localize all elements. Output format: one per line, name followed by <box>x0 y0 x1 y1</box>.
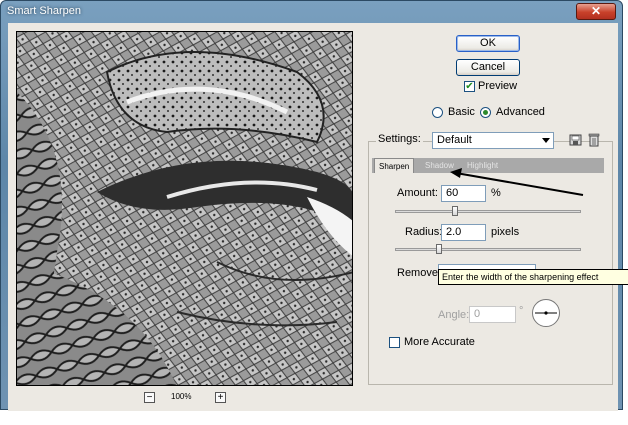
more-accurate-checkbox[interactable] <box>389 337 400 348</box>
angle-label: Angle: <box>438 309 470 321</box>
radius-slider-thumb[interactable] <box>436 244 442 254</box>
radius-slider[interactable] <box>395 248 581 251</box>
angle-dial[interactable] <box>532 299 560 327</box>
more-accurate-label: More Accurate <box>404 336 475 348</box>
radius-unit: pixels <box>491 226 520 238</box>
close-icon: ✕ <box>590 4 602 18</box>
zoom-level: 100% <box>171 392 192 401</box>
dialog-body: − 100% + OK Cancel ✔ Preview Basic Advan… <box>8 23 628 411</box>
trash-icon[interactable] <box>588 132 600 148</box>
zoom-controls: − 100% + <box>138 391 238 407</box>
zoom-in-button[interactable]: + <box>215 392 226 403</box>
preview-checkbox[interactable]: ✔ <box>464 81 475 92</box>
advanced-radio[interactable] <box>480 107 491 118</box>
amount-slider[interactable] <box>395 210 581 213</box>
settings-dropdown[interactable]: Default <box>432 132 554 149</box>
settings-label: Settings: <box>376 133 423 145</box>
ok-button[interactable]: OK <box>456 35 520 52</box>
checkmark-icon: ✔ <box>465 81 474 92</box>
tab-sharpen[interactable]: Sharpen <box>374 158 415 173</box>
preview-image <box>17 32 352 385</box>
title-bar[interactable]: Smart Sharpen ✕ <box>1 1 622 23</box>
basic-radio[interactable] <box>432 107 443 118</box>
save-icon[interactable] <box>569 133 583 147</box>
dialog-window: Smart Sharpen ✕ − 100% + OK Cancel ✔ Pre… <box>0 0 628 411</box>
angle-field[interactable]: 0 <box>469 306 516 323</box>
chevron-down-icon <box>542 138 550 143</box>
close-button[interactable]: ✕ <box>576 3 616 20</box>
dial-needle-icon <box>535 311 557 315</box>
cancel-button[interactable]: Cancel <box>456 59 520 76</box>
preview-label: Preview <box>478 80 518 92</box>
image-preview[interactable] <box>16 31 353 386</box>
remove-label: Remove: <box>397 267 442 279</box>
radius-label: Radius: <box>405 226 443 238</box>
basic-label: Basic <box>448 106 475 118</box>
radio-selected-indicator <box>483 110 488 115</box>
zoom-out-button[interactable]: − <box>144 392 155 403</box>
radius-field[interactable]: 2.0 <box>441 224 486 241</box>
settings-value: Default <box>437 134 472 146</box>
window-title: Smart Sharpen <box>7 5 81 17</box>
amount-label: Amount: <box>397 187 438 199</box>
amount-slider-thumb[interactable] <box>452 206 458 216</box>
arrow-icon <box>450 168 584 196</box>
angle-unit: ° <box>519 305 524 317</box>
tooltip: Enter the width of the sharpening effect <box>438 269 628 285</box>
advanced-label: Advanced <box>496 106 545 118</box>
